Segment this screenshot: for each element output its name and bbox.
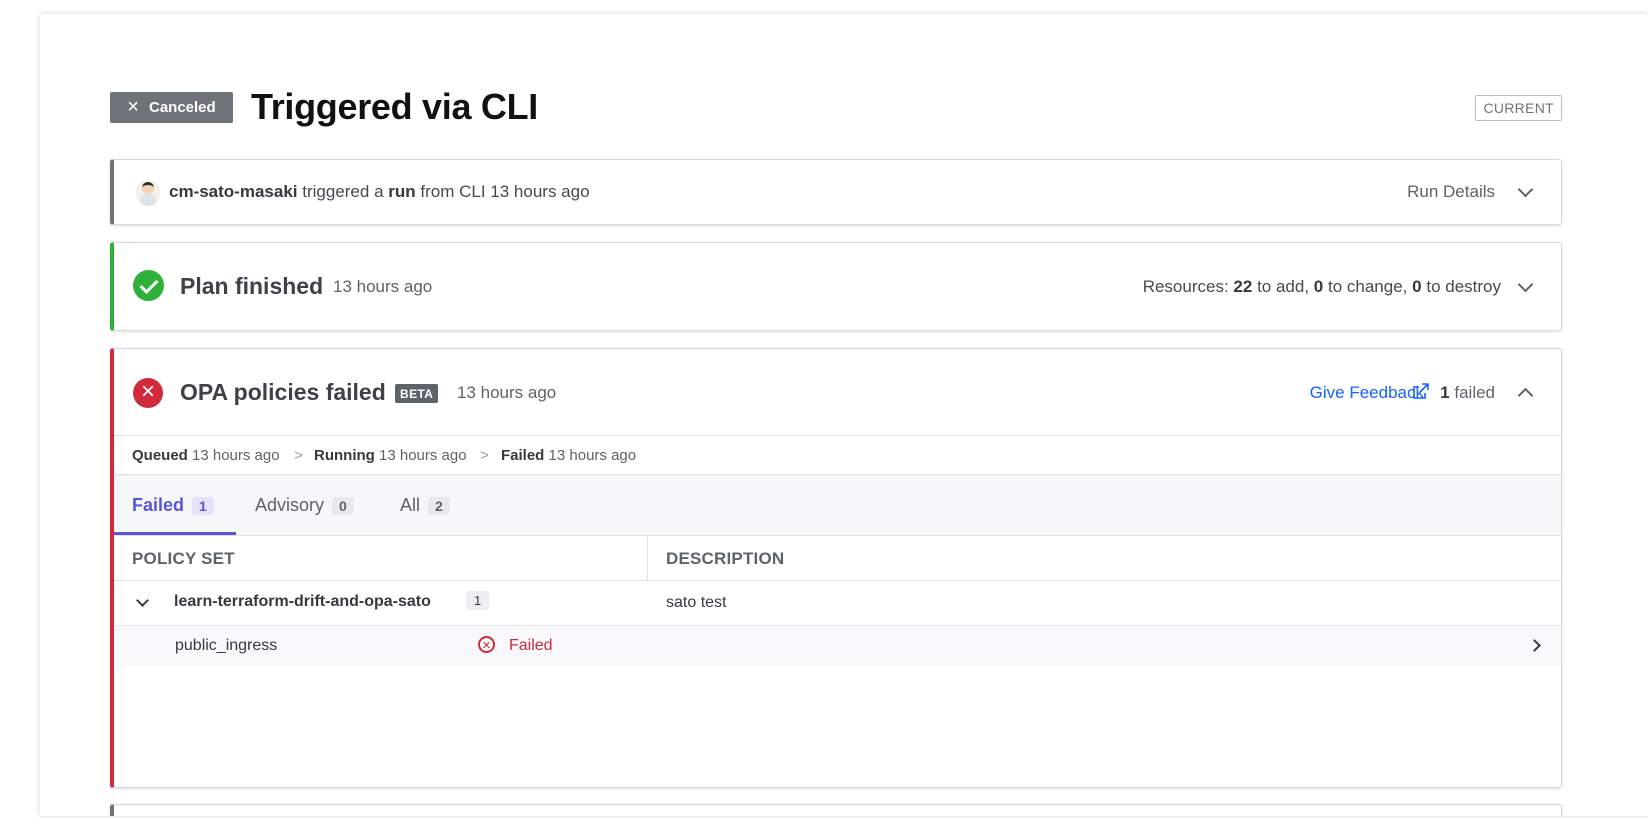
run-details-toggle[interactable]: Run Details [1407, 182, 1495, 202]
policy-tabs: Failed 1 Advisory 0 All 2 [114, 475, 1561, 536]
change-count: 0 [1313, 277, 1324, 296]
destroy-count: 0 [1412, 277, 1422, 296]
tab-label: Failed [132, 495, 185, 515]
add-count: 22 [1233, 277, 1253, 296]
timeline-separator: > [480, 447, 489, 464]
tab-label: Advisory [255, 495, 325, 515]
plan-resources: Resources: 22 to add, 0 to change, 0 to … [1143, 277, 1501, 297]
chevron-up-icon[interactable] [1517, 387, 1534, 404]
error-circle-icon: × [133, 378, 163, 408]
destroy-text: to destroy [1426, 277, 1501, 296]
run-page: × Canceled Triggered via CLI CURRENT cm-… [40, 14, 1648, 816]
beta-badge: BETA [395, 384, 439, 403]
policy-set-description: sato test [666, 594, 727, 611]
timeline-queued: Queued 13 hours ago [132, 447, 280, 464]
tab-count: 0 [332, 497, 354, 515]
failed-num: 1 [1440, 383, 1450, 402]
opa-title: OPA policies failed [180, 379, 386, 405]
status-label: Canceled [148, 99, 216, 116]
trigger-text-b: from CLI 13 hours ago [420, 182, 590, 201]
opa-card: × OPA policies failed BETA 13 hours ago … [110, 348, 1562, 788]
failed-text: failed [1454, 383, 1495, 402]
column-description: DESCRIPTION [666, 549, 785, 568]
plan-time: 13 hours ago [333, 277, 433, 296]
trigger-card[interactable]: cm-sato-masaki triggered a run from CLI … [110, 159, 1562, 225]
column-policy-set: POLICY SET [132, 549, 235, 568]
change-text: to change, [1328, 277, 1408, 296]
chevron-right-icon[interactable] [1528, 639, 1541, 652]
x-circle-icon: × [478, 636, 495, 654]
current-tag: CURRENT [1475, 95, 1562, 121]
opa-time: 13 hours ago [457, 383, 557, 402]
chevron-down-icon[interactable] [136, 594, 149, 607]
trigger-text-a: triggered a [302, 182, 384, 201]
add-text: to add, [1257, 277, 1310, 296]
policy-status: Failed [509, 637, 553, 654]
check-circle-icon [133, 270, 164, 301]
policy-set-count: 1 [466, 591, 490, 610]
trigger-user[interactable]: cm-sato-masaki [169, 182, 298, 201]
tab-label: All [400, 495, 421, 515]
table-row[interactable]: public_ingress × Failed [114, 626, 1561, 666]
resources-label: Resources: [1142, 277, 1229, 296]
avatar [136, 180, 160, 206]
tab-advisory[interactable]: Advisory 0 [255, 495, 354, 516]
tab-count: 2 [428, 497, 450, 515]
table-row[interactable]: learn-terraform-drift-and-opa-sato 1 sat… [114, 581, 1561, 626]
timeline-separator: > [294, 447, 303, 464]
policy-timeline: Queued 13 hours ago > Running 13 hours a… [114, 435, 1561, 475]
policy-name: public_ingress [175, 637, 278, 654]
page-title: Triggered via CLI [251, 86, 538, 127]
chevron-down-icon[interactable] [1517, 276, 1534, 293]
tab-count: 1 [192, 497, 214, 515]
run-header: × Canceled Triggered via CLI CURRENT [110, 72, 1562, 136]
policy-set-name: learn-terraform-drift-and-opa-sato [174, 593, 431, 610]
tab-failed[interactable]: Failed 1 [132, 495, 214, 516]
plan-title: Plan finished [180, 273, 324, 299]
timeline-failed: Failed 13 hours ago [501, 447, 637, 464]
give-feedback-link[interactable]: Give Feedback [1310, 383, 1424, 403]
trigger-run: run [388, 182, 416, 201]
next-card [110, 804, 1562, 816]
failed-count: 1 failed [1440, 383, 1495, 403]
plan-card[interactable]: Plan finished 13 hours ago Resources: 22… [110, 242, 1562, 331]
chevron-down-icon[interactable] [1517, 181, 1534, 198]
tab-all[interactable]: All 2 [400, 495, 450, 516]
close-icon: × [127, 95, 139, 118]
active-tab-indicator [114, 532, 236, 535]
trigger-text: cm-sato-masaki triggered a run from CLI … [169, 182, 590, 202]
timeline-running: Running 13 hours ago [314, 447, 467, 464]
table-header: POLICY SET DESCRIPTION [114, 536, 1561, 581]
external-link-icon[interactable] [1413, 383, 1429, 399]
status-badge: × Canceled [110, 92, 233, 123]
column-divider [647, 536, 648, 580]
